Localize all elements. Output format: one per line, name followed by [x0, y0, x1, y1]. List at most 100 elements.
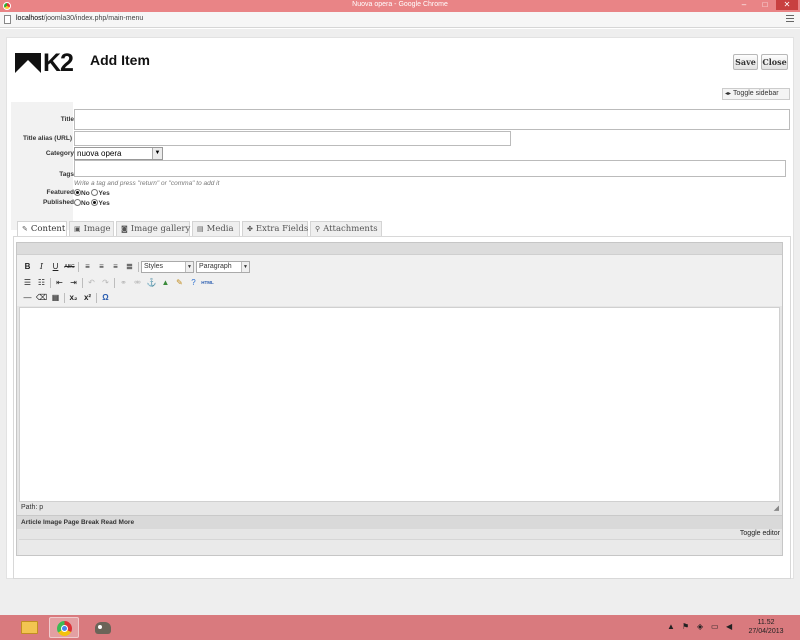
flag-icon[interactable]: ⚑ [682, 622, 689, 631]
camera-icon: ◙ [121, 225, 128, 233]
monitor-icon[interactable]: ▭ [711, 622, 719, 631]
k2-logo: K2 [15, 50, 77, 76]
page-viewport: K2 Add Item Save Close ◂▸ Toggle sidebar … [0, 29, 800, 615]
title-label: Title [60, 116, 74, 123]
toolbar-separator [64, 293, 65, 303]
edit-icon: ✎ [22, 225, 28, 233]
featured-no-radio[interactable] [74, 189, 81, 196]
cleanup-icon[interactable]: ✎ [173, 276, 186, 290]
show-hidden-icons-icon[interactable]: ▲ [667, 622, 675, 631]
chevron-down-icon: ▼ [241, 262, 249, 272]
alias-input[interactable] [74, 131, 511, 146]
taskbar-clock[interactable]: 11.52 27/04/2013 [744, 618, 788, 636]
html-source-button[interactable]: HTML [201, 276, 214, 290]
k2-logo-mark [15, 53, 41, 73]
title-input[interactable] [74, 109, 790, 130]
tags-label: Tags [59, 171, 74, 178]
help-icon[interactable]: ? [187, 276, 200, 290]
bold-button[interactable]: B [21, 260, 34, 274]
arrows-icon: ◂▸ [725, 91, 732, 97]
chrome-icon [57, 621, 72, 636]
editor-extras-bar: Article Image Page Break Read More [17, 515, 782, 529]
toolbar-separator [96, 293, 97, 303]
link-icon[interactable]: ⚭ [117, 276, 130, 290]
url-path: /joomla30/index.php/main-menu [43, 15, 144, 22]
align-right-icon[interactable]: ≡ [109, 260, 122, 274]
category-value: nuova opera [77, 149, 122, 158]
chevron-down-icon: ▼ [152, 148, 162, 159]
maximize-button[interactable]: □ [755, 0, 775, 10]
bullet-list-icon[interactable]: ☰ [21, 276, 34, 290]
published-label: Published [42, 199, 74, 206]
tags-input[interactable] [74, 160, 786, 177]
k2-logo-text: K2 [43, 49, 74, 77]
featured-yes-label: Yes [98, 190, 110, 197]
url-text[interactable]: localhost/joomla30/index.php/main-menu [16, 15, 143, 22]
toggle-editor-button[interactable]: Toggle editor [740, 530, 780, 537]
align-center-icon[interactable]: ≡ [95, 260, 108, 274]
rich-text-editor: B I U ABC ≡ ≡ ≡ ≣ Styles ▼ Paragraph ▼ ☰ ☷ [16, 242, 783, 556]
category-select[interactable]: nuova opera ▼ [74, 147, 163, 160]
featured-radio-group: No Yes [74, 189, 110, 197]
close-button[interactable]: Close [761, 54, 788, 70]
editor-content-area[interactable] [19, 307, 780, 502]
k2-item-form-panel: K2 Add Item Save Close ◂▸ Toggle sidebar … [6, 37, 794, 579]
resize-handle-icon[interactable]: ◢ [774, 504, 779, 512]
tab-attachments[interactable]: ⚲ Attachments [310, 221, 382, 236]
file-explorer-taskbar-button[interactable] [14, 617, 44, 638]
outdent-icon[interactable]: ⇤ [53, 276, 66, 290]
network-icon[interactable]: ◈ [697, 622, 703, 631]
format-select[interactable]: Paragraph ▼ [196, 261, 250, 273]
remove-format-icon[interactable]: ⌫ [35, 291, 48, 305]
chrome-menu-icon[interactable] [786, 15, 794, 23]
toolbar-separator [138, 262, 139, 272]
toolbar-separator [50, 278, 51, 288]
undo-icon[interactable]: ↶ [85, 276, 98, 290]
volume-icon[interactable]: ◀ [726, 622, 732, 631]
strikethrough-button[interactable]: ABC [63, 260, 76, 274]
save-button[interactable]: Save [733, 54, 758, 70]
toolbar-separator [78, 262, 79, 272]
address-bar[interactable]: localhost/joomla30/index.php/main-menu [0, 12, 800, 28]
folder-icon [21, 621, 38, 634]
special-character-button[interactable]: Ω [99, 291, 112, 305]
unlink-icon[interactable]: ⚮ [131, 276, 144, 290]
insert-image-icon[interactable]: ▲ [159, 276, 172, 290]
chrome-taskbar-button[interactable] [49, 617, 79, 638]
tab-image[interactable]: ▣ Image [69, 221, 114, 236]
align-justify-icon[interactable]: ≣ [123, 260, 136, 274]
styles-select[interactable]: Styles ▼ [141, 261, 194, 273]
toggle-sidebar-button[interactable]: ◂▸ Toggle sidebar [722, 88, 790, 100]
table-icon[interactable]: ▦ [49, 291, 62, 305]
minimize-button[interactable]: – [734, 0, 754, 10]
anchor-icon[interactable]: ⚓ [145, 276, 158, 290]
underline-button[interactable]: U [49, 260, 62, 274]
tags-hint: Write a tag and press "return" or "comma… [74, 180, 220, 187]
tab-media[interactable]: ▤ Media [192, 221, 240, 236]
indent-icon[interactable]: ⇥ [67, 276, 80, 290]
windows-taskbar: ▲ ⚑ ◈ ▭ ◀ 11.52 27/04/2013 [0, 615, 800, 640]
redo-icon[interactable]: ↷ [99, 276, 112, 290]
italic-button[interactable]: I [35, 260, 48, 274]
subscript-button[interactable]: x₂ [67, 291, 80, 305]
numbered-list-icon[interactable]: ☷ [35, 276, 48, 290]
browser-title-bar: Nuova opera - Google Chrome – □ ✕ [0, 0, 800, 12]
published-no-radio[interactable] [74, 199, 81, 206]
tab-extra-fields[interactable]: ✤ Extra Fields [242, 221, 308, 236]
superscript-button[interactable]: x² [81, 291, 94, 305]
alias-label: Title alias (URL) [22, 135, 72, 142]
clock-date: 27/04/2013 [748, 628, 784, 635]
published-radio-group: No Yes [74, 199, 110, 207]
tab-image-gallery[interactable]: ◙ Image gallery [116, 221, 190, 236]
film-icon: ▤ [197, 225, 204, 233]
editor-path: Path: p [21, 504, 44, 511]
horizontal-rule-icon[interactable]: — [21, 291, 34, 305]
window-title: Nuova opera - Google Chrome [352, 1, 448, 8]
window-close-button[interactable]: ✕ [776, 0, 798, 10]
tab-content[interactable]: ✎ Content [17, 221, 67, 237]
chevron-down-icon: ▼ [185, 262, 193, 272]
gimp-taskbar-button[interactable] [88, 617, 118, 638]
published-yes-label: Yes [98, 200, 110, 207]
align-left-icon[interactable]: ≡ [81, 260, 94, 274]
published-no-label: No [81, 200, 90, 207]
